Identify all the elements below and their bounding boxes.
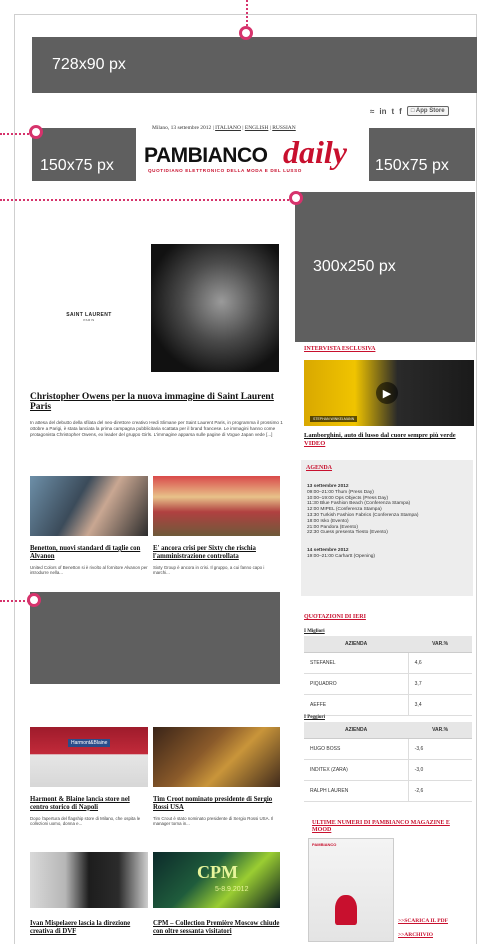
agenda-label[interactable]: AGENDA — [306, 465, 332, 471]
inline-ad[interactable] — [30, 592, 280, 684]
sixty-photo[interactable] — [153, 476, 280, 536]
inline-ad-marker — [27, 593, 41, 607]
archive-link[interactable]: >>ARCHIVIO — [398, 932, 433, 938]
worst-table: AZIENDA VAR.% HUGO BOSS -3,6 INDITEX (ZARA… — [304, 722, 472, 802]
linkedin-icon[interactable]: in — [379, 107, 386, 116]
tim-croot-title[interactable]: Tim Croot nominato presidente di Sergio … — [153, 796, 280, 811]
sixty-title[interactable]: E' ancora crisi per Sixty che rischia l'… — [153, 545, 280, 560]
table-row: PIQUADRO 3,7 — [304, 673, 472, 695]
magazine-label[interactable]: ULTIME NUMERI DI PAMBIANCO MAGAZINE E MO… — [312, 820, 462, 834]
left-small-ad[interactable]: 150x75 px — [32, 128, 136, 181]
table-row: STEFANEL 4,6 — [304, 652, 472, 674]
video-title[interactable]: Lamborghini, auto di lusso dal cuore sem… — [304, 432, 456, 439]
magazine-cover[interactable]: PAMBIANCO — [308, 838, 394, 942]
right-small-ad[interactable]: 150x75 px — [369, 128, 475, 181]
social-bar: ≈ in t f □ App Store — [370, 104, 480, 118]
cpm-title[interactable]: CPM – Collection Première Moscow chiude … — [153, 920, 280, 935]
lang-russian-link[interactable]: RUSSIAN — [272, 125, 296, 131]
agenda-day-1: 13 settembre 2012 09:00–21:00 Thum (Pres… — [307, 484, 419, 536]
best-table: AZIENDA VAR.% STEFANEL 4,6 PIQUADRO 3,7 AEF… — [304, 636, 472, 716]
play-icon: ▶ — [382, 387, 392, 400]
mrec-ad-label: 300x250 px — [313, 258, 396, 275]
logo-script: daily — [283, 134, 347, 170]
main-story: SAINT LAURENT PARIS Christopher Owens pe… — [30, 244, 285, 464]
worst-label: I Peggiori — [304, 715, 325, 720]
harmont-blaine-photo[interactable]: Harmont&Blaine — [30, 727, 148, 787]
table-row: INDITEX (ZARA) -3,0 — [304, 759, 472, 781]
quotes-label[interactable]: QUOTAZIONI DI IERI — [304, 614, 366, 620]
harmont-blaine-excerpt: Dopo l'apertura del flagship store di Mi… — [30, 816, 141, 827]
saint-laurent-logo[interactable]: SAINT LAURENT PARIS — [30, 244, 148, 372]
tim-croot-excerpt: Tim Crout è stato nominato presidente di… — [153, 816, 274, 827]
mrec-ad[interactable]: 300x250 px — [295, 192, 475, 342]
video-caption: STEPHAN WINKELMANN — [310, 416, 358, 422]
tim-croot-photo[interactable] — [153, 727, 280, 787]
harmont-blaine-title[interactable]: Harmont & Blaine lancia store nel centro… — [30, 796, 148, 811]
sixty-excerpt: Sixty Group è ancora in crisi. Il gruppo… — [153, 565, 265, 576]
left-small-ad-label: 150x75 px — [40, 157, 114, 174]
video-title-block: Lamborghini, auto di lusso dal cuore sem… — [304, 432, 474, 447]
leaderboard-ad[interactable]: 728x90 px — [32, 37, 477, 93]
table-row: AEFFE 3,4 — [304, 694, 472, 716]
main-story-excerpt: In attesa del debutto della sfilata del … — [30, 420, 283, 437]
annotation-line-mrec — [0, 199, 296, 201]
agenda-box: AGENDA 13 settembre 2012 09:00–21:00 Thu… — [301, 460, 473, 596]
pdf-link[interactable]: >>SCARICA IL PDF — [398, 918, 448, 924]
apple-icon: □ — [410, 108, 415, 114]
lang-italiano-link[interactable]: ITALIANO — [215, 125, 241, 131]
magazine-figure — [335, 895, 357, 925]
mrec-marker — [289, 191, 303, 205]
table-row: RALPH LAUREN -2,6 — [304, 780, 472, 802]
lang-english-link[interactable]: ENGLISH — [245, 125, 269, 131]
benetton-excerpt: United Colors of Benetton si è rivolto a… — [30, 565, 148, 576]
leaderboard-ad-label: 728x90 px — [52, 56, 126, 73]
video-player[interactable]: ▶ STEPHAN WINKELMANN — [304, 360, 474, 426]
best-label: I Migliori — [304, 629, 325, 634]
cpm-photo[interactable]: CPM 5-8.9.2012 — [153, 852, 280, 908]
agenda-day-2: 14 settembre 2012 19:00–21:00 Carhartt (… — [307, 548, 375, 559]
mispelaere-photo[interactable] — [30, 852, 148, 908]
play-button[interactable]: ▶ — [376, 382, 398, 404]
benetton-title[interactable]: Benetton, nuovi standard di taglie con A… — [30, 545, 148, 560]
app-store-badge[interactable]: □ App Store — [406, 106, 449, 116]
interview-label[interactable]: INTERVISTA ESCLUSIVA — [304, 346, 375, 352]
left-small-marker — [29, 125, 43, 139]
benetton-photo[interactable] — [30, 476, 148, 536]
right-small-ad-label: 150x75 px — [375, 157, 449, 174]
twitter-icon[interactable]: t — [392, 107, 395, 116]
leaderboard-marker — [239, 26, 253, 40]
dateline: Milano, 13 settembre 2012 | ITALIANO | E… — [152, 125, 296, 131]
logo-main: PAMBIANCO — [144, 144, 268, 167]
video-link[interactable]: VIDEO — [304, 440, 325, 447]
rss-icon[interactable]: ≈ — [370, 107, 374, 116]
site-logo[interactable]: PAMBIANCO daily QUOTIDIANO ELETTRONICO D… — [144, 134, 364, 176]
annotation-line-left-small — [0, 133, 32, 135]
facebook-icon[interactable]: f — [399, 107, 402, 116]
logo-tagline: QUOTIDIANO ELETTRONICO DELLA MODA E DEL … — [148, 168, 302, 173]
mispelaere-title[interactable]: Ivan Mispelaere lascia la direzione crea… — [30, 920, 148, 935]
table-row: HUGO BOSS -3,6 — [304, 738, 472, 760]
main-story-photo[interactable] — [151, 244, 279, 372]
main-story-title[interactable]: Christopher Owens per la nuova immagine … — [30, 392, 285, 412]
